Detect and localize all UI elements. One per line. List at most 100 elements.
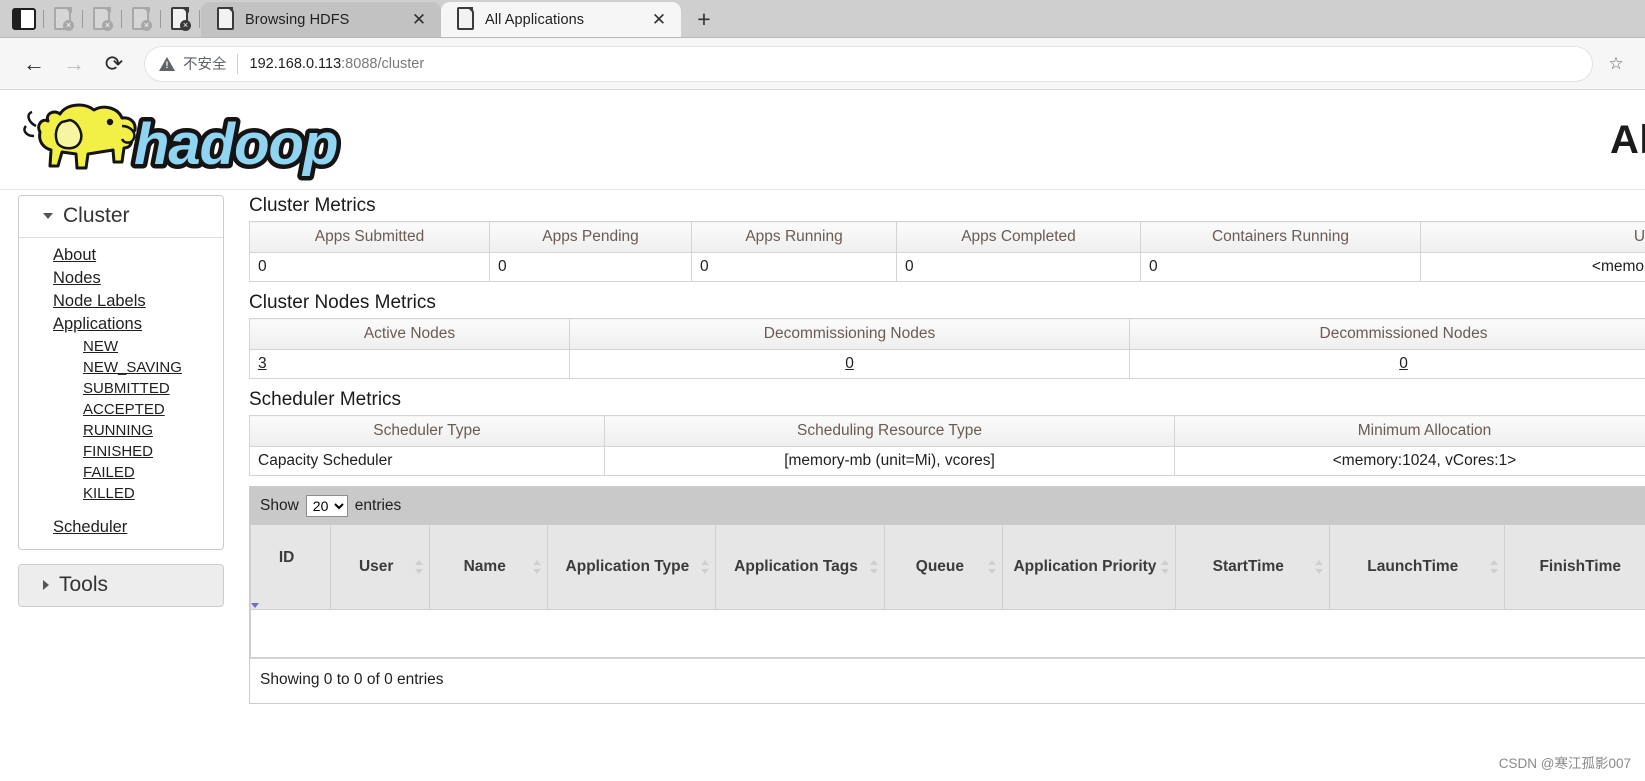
decommissioning-nodes-link[interactable]: 0 bbox=[845, 355, 854, 372]
sidebar-item-about[interactable]: About bbox=[19, 244, 223, 267]
sidebar-cluster-header[interactable]: Cluster bbox=[19, 196, 223, 238]
svg-text:hadoop: hadoop bbox=[134, 112, 337, 177]
col-name-label: Name bbox=[463, 557, 506, 575]
sidebar-item-new[interactable]: NEW bbox=[19, 336, 223, 357]
url-host: 192.168.0.113 bbox=[249, 55, 342, 72]
collapsed-tab-3[interactable]: × bbox=[123, 0, 159, 38]
url-text: 192.168.0.113:8088/cluster bbox=[250, 56, 425, 72]
col-decommissioning-nodes: Decommissioning Nodes bbox=[569, 318, 1130, 350]
col-queue[interactable]: Queue bbox=[884, 525, 1004, 610]
sidebar-item-new-saving[interactable]: NEW_SAVING bbox=[19, 357, 223, 378]
cell-memory-used: <memory:0 B, vC bbox=[1420, 252, 1645, 282]
applications-table: ID User Name Application Type Applicatio… bbox=[249, 525, 1645, 658]
sort-icon bbox=[870, 559, 879, 575]
datatable-length-control: Show 20 entries bbox=[250, 487, 1645, 525]
collapsed-tab-4[interactable]: × bbox=[162, 0, 198, 38]
chevron-right-icon bbox=[43, 580, 49, 590]
sort-icon bbox=[415, 559, 424, 575]
cell-decommissioning-nodes: 0 bbox=[569, 349, 1130, 379]
page-icon bbox=[215, 6, 235, 35]
cell-apps-pending: 0 bbox=[489, 252, 692, 282]
insecure-label: 不安全 bbox=[183, 57, 227, 73]
back-button[interactable]: ← bbox=[14, 44, 54, 84]
col-starttime-label: StartTime bbox=[1212, 557, 1284, 575]
applications-table-body bbox=[250, 609, 1645, 658]
close-icon[interactable]: ✕ bbox=[407, 8, 431, 32]
decommissioned-nodes-link[interactable]: 0 bbox=[1399, 355, 1408, 372]
col-finishtime-label: FinishTime bbox=[1539, 557, 1621, 575]
applications-datatable: Show 20 entries ID User Name Application… bbox=[249, 486, 1645, 704]
scheduler-metrics-table: Scheduler Type Scheduling Resource Type … bbox=[249, 415, 1645, 476]
divider bbox=[199, 10, 200, 28]
cell-apps-submitted: 0 bbox=[249, 252, 490, 282]
tab-title: Browsing HDFS bbox=[245, 12, 350, 28]
cluster-metrics-heading: Cluster Metrics bbox=[249, 195, 376, 216]
entries-label: entries bbox=[354, 497, 402, 514]
tab-all-applications[interactable]: All Applications ✕ bbox=[441, 2, 681, 38]
sort-icon bbox=[1160, 559, 1170, 575]
sidebar-item-submitted[interactable]: SUBMITTED bbox=[19, 378, 223, 399]
sort-icon bbox=[988, 559, 997, 575]
col-application-priority-label: Application Priority bbox=[1013, 557, 1157, 575]
divider bbox=[236, 53, 238, 74]
col-id-label: ID bbox=[278, 548, 295, 566]
sidebar-item-accepted[interactable]: ACCEPTED bbox=[19, 399, 223, 420]
reload-button[interactable]: ⟳ bbox=[94, 44, 134, 84]
cluster-nodes-metrics-table: Active Nodes Decommissioning Nodes Decom… bbox=[249, 318, 1645, 379]
forward-button[interactable]: → bbox=[54, 44, 94, 84]
sort-icon bbox=[1489, 559, 1499, 575]
cluster-nodes-metrics-heading: Cluster Nodes Metrics bbox=[249, 292, 436, 313]
sidebar-item-node-labels[interactable]: Node Labels bbox=[19, 290, 223, 313]
col-active-nodes: Active Nodes bbox=[249, 318, 570, 350]
sidebar-item-finished[interactable]: FINISHED bbox=[19, 441, 223, 462]
col-name[interactable]: Name bbox=[429, 525, 549, 610]
table-row: 3 0 0 0 bbox=[249, 349, 1645, 379]
bookmark-star-icon[interactable]: ☆ bbox=[1601, 49, 1631, 79]
divider bbox=[121, 10, 122, 28]
sort-icon bbox=[700, 559, 710, 575]
sort-icon bbox=[533, 559, 542, 575]
hadoop-logo: hadoop hadoop bbox=[23, 103, 343, 182]
empty-row bbox=[250, 609, 1645, 658]
new-tab-button[interactable]: + bbox=[687, 2, 721, 36]
col-finishtime[interactable]: FinishTime bbox=[1503, 525, 1645, 610]
sort-desc-icon bbox=[251, 568, 294, 608]
collapsed-tab-2[interactable]: × bbox=[84, 0, 120, 38]
sidebar-tools-header[interactable]: Tools bbox=[19, 565, 223, 606]
cell-apps-completed: 0 bbox=[896, 252, 1141, 282]
sidebar-item-applications[interactable]: Applications bbox=[19, 313, 223, 336]
col-application-tags[interactable]: Application Tags bbox=[714, 525, 886, 610]
col-launchtime[interactable]: LaunchTime bbox=[1329, 525, 1505, 610]
col-application-priority[interactable]: Application Priority bbox=[1002, 525, 1176, 610]
sidebar-item-running[interactable]: RUNNING bbox=[19, 420, 223, 441]
col-user[interactable]: User bbox=[330, 525, 431, 610]
address-bar[interactable]: 不安全 192.168.0.113:8088/cluster bbox=[144, 45, 1593, 82]
col-id[interactable]: ID bbox=[249, 525, 332, 610]
page-header: hadoop hadoop Al bbox=[0, 90, 1645, 190]
col-application-type[interactable]: Application Type bbox=[547, 525, 716, 610]
url-path: :8088/cluster bbox=[341, 55, 425, 72]
sidebar-cluster-body: About Nodes Node Labels Applications NEW… bbox=[19, 238, 223, 549]
sidebar-item-scheduler[interactable]: Scheduler bbox=[19, 516, 223, 539]
tab-group-panel-button[interactable] bbox=[6, 0, 42, 38]
sidebar-item-killed[interactable]: KILLED bbox=[19, 483, 223, 504]
panel-icon bbox=[12, 8, 36, 30]
watermark: CSDN @寒江孤影007 bbox=[1498, 756, 1631, 771]
active-nodes-link[interactable]: 3 bbox=[258, 355, 267, 372]
warning-icon bbox=[159, 56, 175, 71]
col-user-label: User bbox=[358, 557, 394, 575]
col-application-tags-label: Application Tags bbox=[734, 557, 858, 575]
cell-decommissioned-nodes: 0 bbox=[1129, 349, 1645, 379]
sidebar-tools-title: Tools bbox=[59, 573, 109, 596]
col-starttime[interactable]: StartTime bbox=[1174, 525, 1331, 610]
close-icon[interactable]: ✕ bbox=[647, 8, 671, 32]
collapsed-tab-1[interactable]: × bbox=[45, 0, 81, 38]
table-header-row: Apps Submitted Apps Pending Apps Running… bbox=[249, 221, 1645, 253]
table-row: 0 0 0 0 0 <memory:0 B, vC bbox=[249, 252, 1645, 282]
sidebar-item-nodes[interactable]: Nodes bbox=[19, 267, 223, 290]
sidebar-panel-tools: Tools bbox=[18, 564, 224, 607]
page-size-select[interactable]: 20 bbox=[305, 495, 348, 517]
sidebar-item-failed[interactable]: FAILED bbox=[19, 462, 223, 483]
col-launchtime-label: LaunchTime bbox=[1367, 557, 1459, 575]
tab-browsing-hdfs[interactable]: Browsing HDFS ✕ bbox=[201, 2, 441, 38]
